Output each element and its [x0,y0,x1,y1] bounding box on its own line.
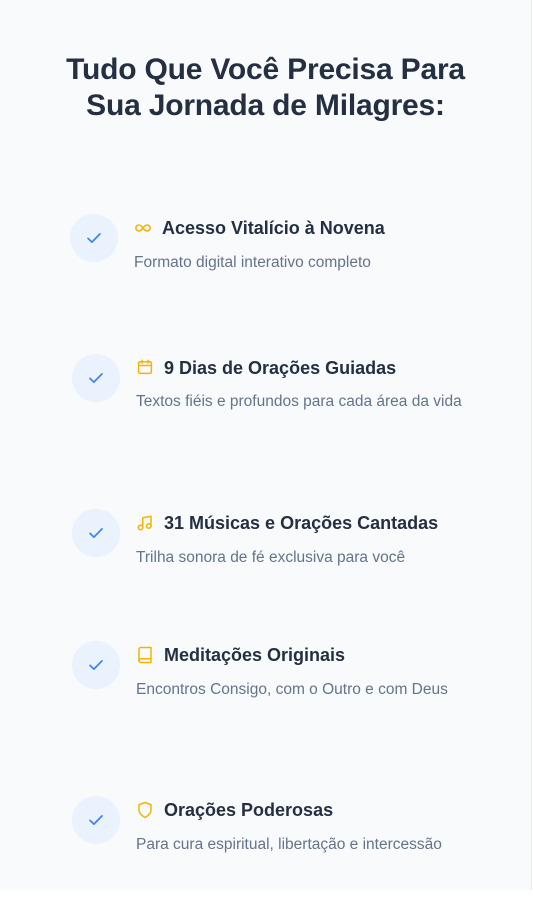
check-icon [72,641,120,689]
feature-description: Para cura espiritual, libertação e inter… [136,836,442,853]
feature-title: Acesso Vitalício à Novena [162,218,385,238]
book-icon [136,646,154,664]
check-icon [72,509,120,557]
feature-title: Orações Poderosas [164,800,334,820]
feature-description: Textos fiéis e profundos para cada área … [136,393,462,410]
check-icon [72,796,120,844]
feature-description: Encontros Consigo, com o Outro e com Deu… [136,681,448,698]
shield-icon [136,801,154,819]
music-note-icon [136,514,154,532]
check-icon [72,354,120,402]
section-title-line-2: Sua Jornada de Milagres: [86,89,445,122]
feature-description: Formato digital interativo completo [134,254,371,271]
features-page: Tudo Que Você Precisa Para Sua Jornada d… [0,0,532,890]
feature-description: Trilha sonora de fé exclusiva para você [136,549,406,566]
infinity-icon [134,219,152,237]
feature-title: 9 Dias de Orações Guiadas [164,358,397,378]
calendar-icon [136,358,154,376]
section-title-line-1: Tudo Que Você Precisa Para [66,53,465,86]
check-icon [70,214,118,262]
feature-title: Meditações Originais [164,645,346,665]
feature-title: 31 Músicas e Orações Cantadas [164,513,439,533]
section-title: Tudo Que Você Precisa Para Sua Jornada d… [0,52,531,124]
